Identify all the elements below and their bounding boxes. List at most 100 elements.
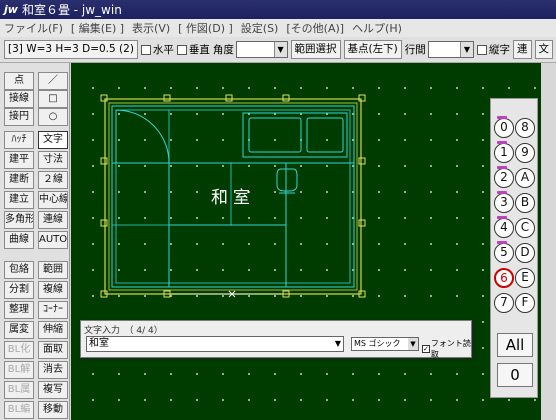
all-layers-button[interactable]: All (497, 333, 533, 357)
menu-draw[interactable]: [ 作図(D) ] (174, 20, 237, 36)
layer-4-button[interactable]: 4 (494, 216, 514, 238)
dropdown-arrow-icon[interactable]: ▼ (333, 337, 343, 351)
tool-polyline[interactable]: 連線 (38, 211, 68, 229)
layer-5-button[interactable]: 5 (494, 241, 514, 263)
tool-envelope[interactable]: 包絡 (4, 261, 34, 279)
layer-f-label: F (521, 295, 529, 309)
layer-info-button[interactable]: [3] W=3 H=3 D=0.5 (2) (4, 40, 138, 59)
tool-move[interactable]: 移動 (38, 401, 68, 419)
layer-5-label: 5 (500, 245, 508, 259)
layer-4-label: 4 (500, 220, 508, 234)
text-input-dialog: 文字入力 （ 4/ 4） 和室 ▼ MS ゴシック ▼ ✓ フォント読取 (80, 320, 472, 360)
font-select[interactable]: MS ゴシック ▼ (351, 337, 419, 351)
layer-d-button[interactable]: D (515, 243, 535, 263)
layer-3-label: 3 (500, 195, 508, 209)
tool-text[interactable]: 文字 (38, 131, 68, 149)
menu-edit[interactable]: [ 編集(E) ] (67, 20, 128, 36)
tool-curve[interactable]: 曲線 (4, 231, 34, 249)
menu-other[interactable]: [その他(A)] (282, 20, 348, 36)
tool-erase[interactable]: 消去 (38, 361, 68, 379)
layer-9-button[interactable]: 9 (515, 143, 535, 163)
font-read-label: フォント読取 (430, 339, 471, 359)
tool-block-create[interactable]: BL化 (4, 341, 34, 359)
vertical-text-checkbox[interactable]: 縦字 (477, 42, 510, 57)
layer-1-button[interactable]: 1 (494, 141, 514, 163)
tool-hatch[interactable]: ﾊｯﾁ (4, 131, 34, 149)
menu-view[interactable]: 表示(V) (128, 20, 174, 36)
tool-double-line[interactable]: ２線 (38, 171, 68, 189)
horizontal-checkbox[interactable]: 水平 (140, 42, 174, 57)
text-input-field[interactable]: 和室 ▼ (86, 336, 344, 352)
vertical-checkbox[interactable]: 垂直 (176, 42, 210, 57)
tool-chamfer[interactable]: 面取 (38, 341, 68, 359)
dropdown-arrow-icon: ▼ (408, 338, 418, 350)
title-bar: jw 和室６畳 - jw_win (0, 0, 556, 19)
layer-c-button[interactable]: C (515, 218, 535, 238)
horizontal-label: 水平 (152, 44, 174, 56)
angle-select[interactable]: ▼ (235, 41, 288, 58)
tool-center-line[interactable]: 中心線 (38, 191, 68, 209)
tool-line[interactable]: ／ (38, 72, 68, 90)
checkbox-icon (176, 44, 187, 55)
tool-auto[interactable]: AUTO (38, 231, 68, 249)
tool-point[interactable]: 点 (4, 72, 34, 90)
layer-a-label: A (520, 170, 530, 184)
tool-tangent-circle[interactable]: 接円 (4, 108, 34, 126)
checkbox-icon (477, 44, 487, 55)
layer-e-button[interactable]: E (515, 268, 535, 288)
menu-help[interactable]: ヘルプ(H) (348, 20, 406, 36)
range-select-button[interactable]: 範囲選択 (290, 40, 341, 59)
layer-3-button[interactable]: 3 (494, 191, 514, 213)
line-spacing-select[interactable]: ▼ (427, 41, 474, 58)
menu-settings[interactable]: 設定(S) (237, 20, 283, 36)
tool-plan[interactable]: 建平 (4, 151, 34, 169)
tool-block-explode[interactable]: BL解 (4, 361, 34, 379)
layer-8-button[interactable]: 8 (515, 118, 535, 138)
layer-c-label: C (520, 220, 530, 234)
tool-offset[interactable]: 複線 (38, 281, 68, 299)
app-logo: jw (4, 3, 18, 16)
tool-rectangle[interactable]: □ (38, 90, 68, 108)
layer-f-button[interactable]: F (515, 293, 535, 313)
layer-0-label: 0 (500, 120, 508, 134)
layer-mark-icon (497, 166, 507, 169)
font-read-checkbox[interactable]: ✓ フォント読取 (422, 338, 471, 360)
layer-6-button[interactable]: 6 (494, 268, 514, 288)
layer-2-button[interactable]: 2 (494, 166, 514, 188)
vertical-label: 垂直 (188, 44, 210, 56)
layer-mark-icon (497, 116, 507, 119)
tool-block-attr[interactable]: BL属 (4, 381, 34, 399)
menu-file[interactable]: ファイル(F) (0, 20, 67, 36)
continuous-button[interactable]: 連 (513, 40, 532, 59)
tool-polygon[interactable]: 多角形 (4, 211, 34, 229)
layer-0-button[interactable]: 0 (494, 116, 514, 138)
text-button[interactable]: 文 (534, 40, 553, 59)
tool-divide[interactable]: 分割 (4, 281, 34, 299)
tool-range[interactable]: 範囲 (38, 261, 68, 279)
tool-tangent-line[interactable]: 接線 (4, 90, 34, 108)
layer-6-label: 6 (500, 271, 508, 285)
layer-mark-icon (497, 241, 507, 244)
layer-7-button[interactable]: 7 (494, 293, 514, 313)
layer-1-label: 1 (500, 145, 508, 159)
tool-copy[interactable]: 複写 (38, 381, 68, 399)
tool-change-attr[interactable]: 属変 (4, 321, 34, 339)
drawing-canvas[interactable]: 和室 (71, 63, 541, 420)
tool-elevation[interactable]: 建立 (4, 191, 34, 209)
dropdown-arrow-icon: ▼ (273, 42, 287, 57)
tool-corner[interactable]: ｺｰﾅｰ (38, 301, 68, 319)
tool-organize[interactable]: 整理 (4, 301, 34, 319)
tool-dimension[interactable]: 寸法 (38, 151, 68, 169)
layer-7-label: 7 (500, 295, 508, 309)
layer-b-label: B (520, 195, 530, 209)
base-point-button[interactable]: 基点(左下) (343, 40, 402, 59)
layer-b-button[interactable]: B (515, 193, 535, 213)
layer-9-label: 9 (521, 145, 529, 159)
layer-group-zero-button[interactable]: 0 (497, 363, 533, 387)
tool-circle[interactable]: ○ (38, 108, 68, 126)
tool-stretch[interactable]: 伸縮 (38, 321, 68, 339)
checkbox-checked-icon: ✓ (422, 345, 430, 353)
layer-a-button[interactable]: A (515, 168, 535, 188)
tool-section[interactable]: 建断 (4, 171, 34, 189)
tool-block-edit[interactable]: BL編 (4, 401, 34, 419)
